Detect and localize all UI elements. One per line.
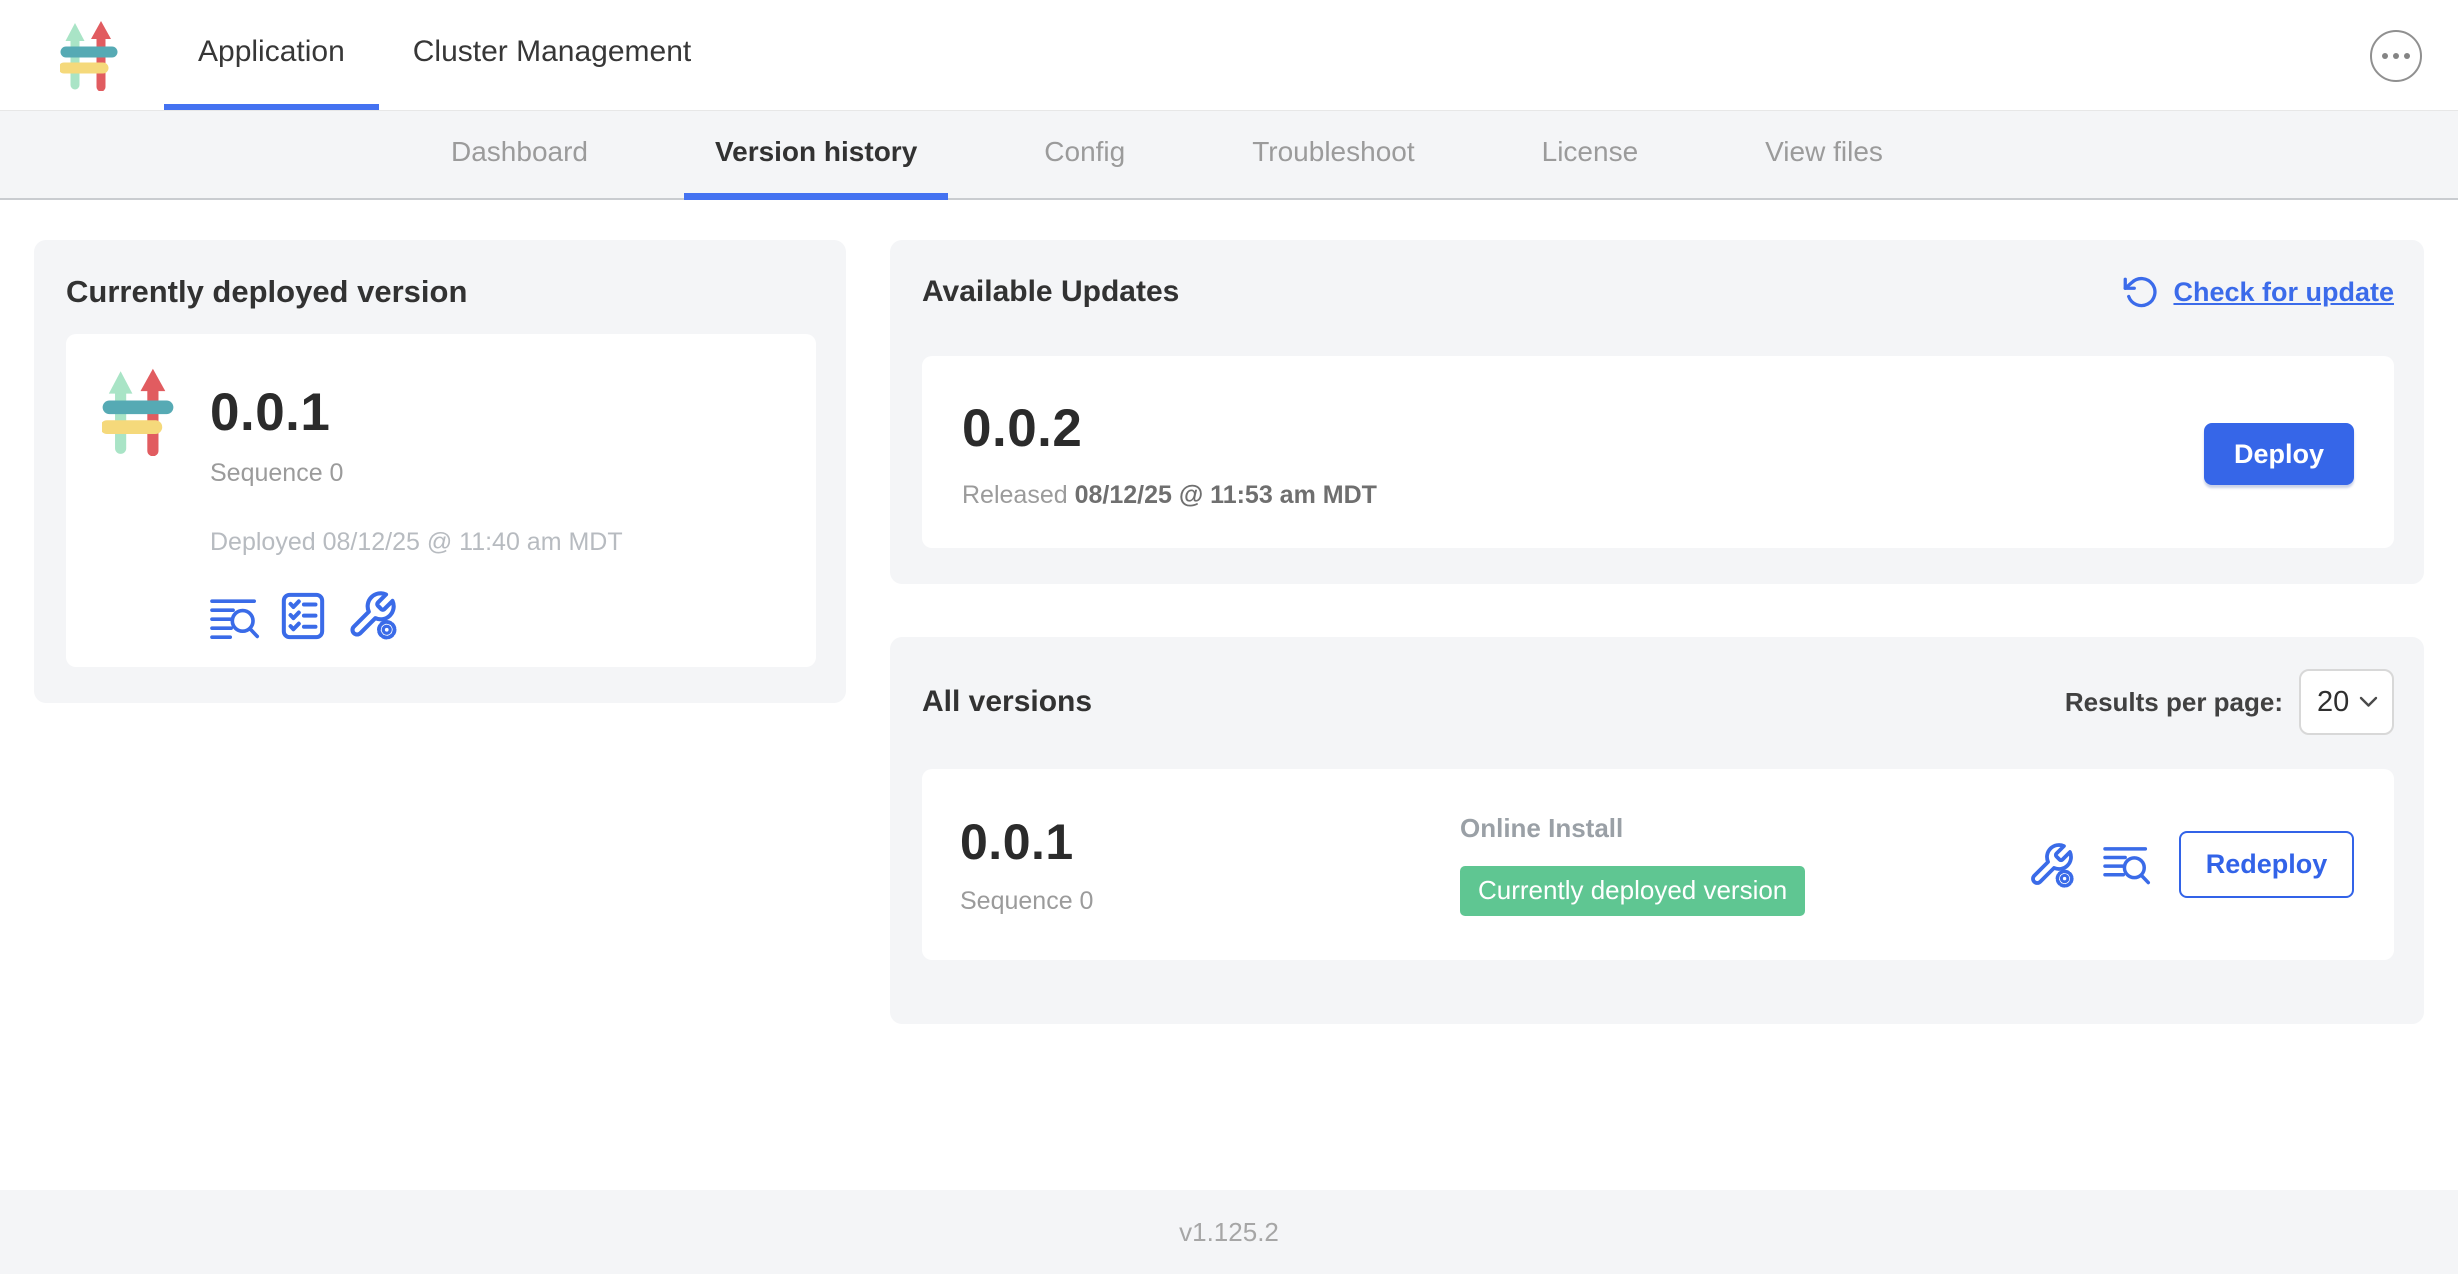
update-released-timestamp: Released 08/12/25 @ 11:53 am MDT — [962, 481, 1377, 510]
tab-troubleshoot-label: Troubleshoot — [1252, 136, 1414, 168]
currently-deployed-badge: Currently deployed version — [1460, 866, 1805, 916]
check-for-update-label: Check for update — [2173, 277, 2394, 308]
config-icon[interactable] — [2027, 841, 2075, 889]
tab-dashboard[interactable]: Dashboard — [420, 111, 619, 200]
app-sub-nav: Dashboard Version history Config Trouble… — [0, 111, 2458, 200]
deployed-version-actions — [210, 589, 623, 641]
refresh-icon — [2123, 274, 2159, 310]
results-per-page-value: 20 — [2317, 686, 2349, 719]
released-label: Released — [962, 481, 1068, 509]
tab-version-history-label: Version history — [715, 136, 917, 168]
deployed-version-number: 0.0.1 — [210, 382, 623, 443]
results-per-page-label: Results per page: — [2065, 687, 2283, 718]
deployed-version-details: 0.0.1 Sequence 0 Deployed 08/12/25 @ 11:… — [210, 362, 623, 641]
tab-view-files-label: View files — [1765, 136, 1883, 168]
kots-admin-console: Application Cluster Management Dashboard… — [0, 0, 2458, 1274]
more-menu-button[interactable] — [2370, 30, 2422, 82]
version-history-main: Available Updates Check for update 0.0.2… — [890, 240, 2424, 1024]
tab-config[interactable]: Config — [1013, 111, 1156, 200]
version-history-page: Currently deployed version 0.0.1 Sequenc… — [0, 200, 2458, 1190]
tab-view-files[interactable]: View files — [1734, 111, 1914, 200]
release-notes-icon[interactable] — [210, 595, 260, 641]
available-update-item: 0.0.2 Released 08/12/25 @ 11:53 am MDT D… — [922, 356, 2394, 548]
tab-config-label: Config — [1044, 136, 1125, 168]
currently-deployed-card: Currently deployed version 0.0.1 Sequenc… — [34, 240, 846, 703]
currently-deployed-title: Currently deployed version — [66, 274, 816, 310]
admin-console-version: v1.125.2 — [1179, 1217, 1279, 1248]
tab-troubleshoot[interactable]: Troubleshoot — [1221, 111, 1445, 200]
ellipsis-icon — [2381, 51, 2411, 61]
check-for-update-link[interactable]: Check for update — [2123, 274, 2394, 310]
app-logo — [60, 0, 118, 110]
row-sequence: Sequence 0 — [960, 887, 1460, 916]
top-tab-cluster-management-label: Cluster Management — [413, 35, 691, 69]
page-footer: v1.125.2 — [0, 1190, 2458, 1274]
top-tab-application-label: Application — [198, 35, 345, 69]
tab-license[interactable]: License — [1511, 111, 1670, 200]
row-version-number: 0.0.1 — [960, 813, 1460, 871]
tab-version-history[interactable]: Version history — [684, 111, 948, 200]
currently-deployed-version-card: 0.0.1 Sequence 0 Deployed 08/12/25 @ 11:… — [66, 334, 816, 667]
version-row-actions: Redeploy — [2027, 831, 2354, 898]
available-updates-card: Available Updates Check for update 0.0.2… — [890, 240, 2424, 584]
all-versions-header: All versions Results per page: 20 — [922, 669, 2394, 735]
app-logo-icon — [60, 19, 118, 91]
tab-dashboard-label: Dashboard — [451, 136, 588, 168]
chevron-down-icon — [2359, 696, 2378, 708]
results-per-page-select[interactable]: 20 — [2299, 669, 2394, 735]
deploy-button[interactable]: Deploy — [2204, 423, 2354, 485]
released-at: 08/12/25 @ 11:53 am MDT — [1075, 481, 1377, 509]
all-versions-card: All versions Results per page: 20 0.0 — [890, 637, 2424, 1024]
top-nav: Application Cluster Management — [0, 0, 2458, 111]
app-logo-icon — [102, 366, 174, 456]
release-notes-icon[interactable] — [2103, 843, 2151, 887]
version-row-status-column: Online Install Currently deployed versio… — [1460, 813, 2027, 916]
update-details: 0.0.2 Released 08/12/25 @ 11:53 am MDT — [962, 398, 1377, 510]
top-tab-cluster-management[interactable]: Cluster Management — [379, 0, 725, 110]
available-updates-title: Available Updates — [922, 275, 1179, 309]
deployed-timestamp: Deployed 08/12/25 @ 11:40 am MDT — [210, 528, 623, 557]
install-type-label: Online Install — [1460, 813, 2027, 844]
version-row-version-column: 0.0.1 Sequence 0 — [960, 813, 1460, 916]
update-version-number: 0.0.2 — [962, 398, 1377, 459]
redeploy-button[interactable]: Redeploy — [2179, 831, 2354, 898]
tab-license-label: License — [1542, 136, 1639, 168]
preflight-checks-icon[interactable] — [280, 591, 326, 641]
results-per-page: Results per page: 20 — [2065, 669, 2394, 735]
version-row: 0.0.1 Sequence 0 Online Install Currentl… — [922, 769, 2394, 960]
top-tab-application[interactable]: Application — [164, 0, 379, 110]
deployed-sequence: Sequence 0 — [210, 459, 623, 488]
config-icon[interactable] — [346, 589, 398, 641]
all-versions-title: All versions — [922, 685, 1092, 719]
available-updates-header: Available Updates Check for update — [922, 274, 2394, 310]
